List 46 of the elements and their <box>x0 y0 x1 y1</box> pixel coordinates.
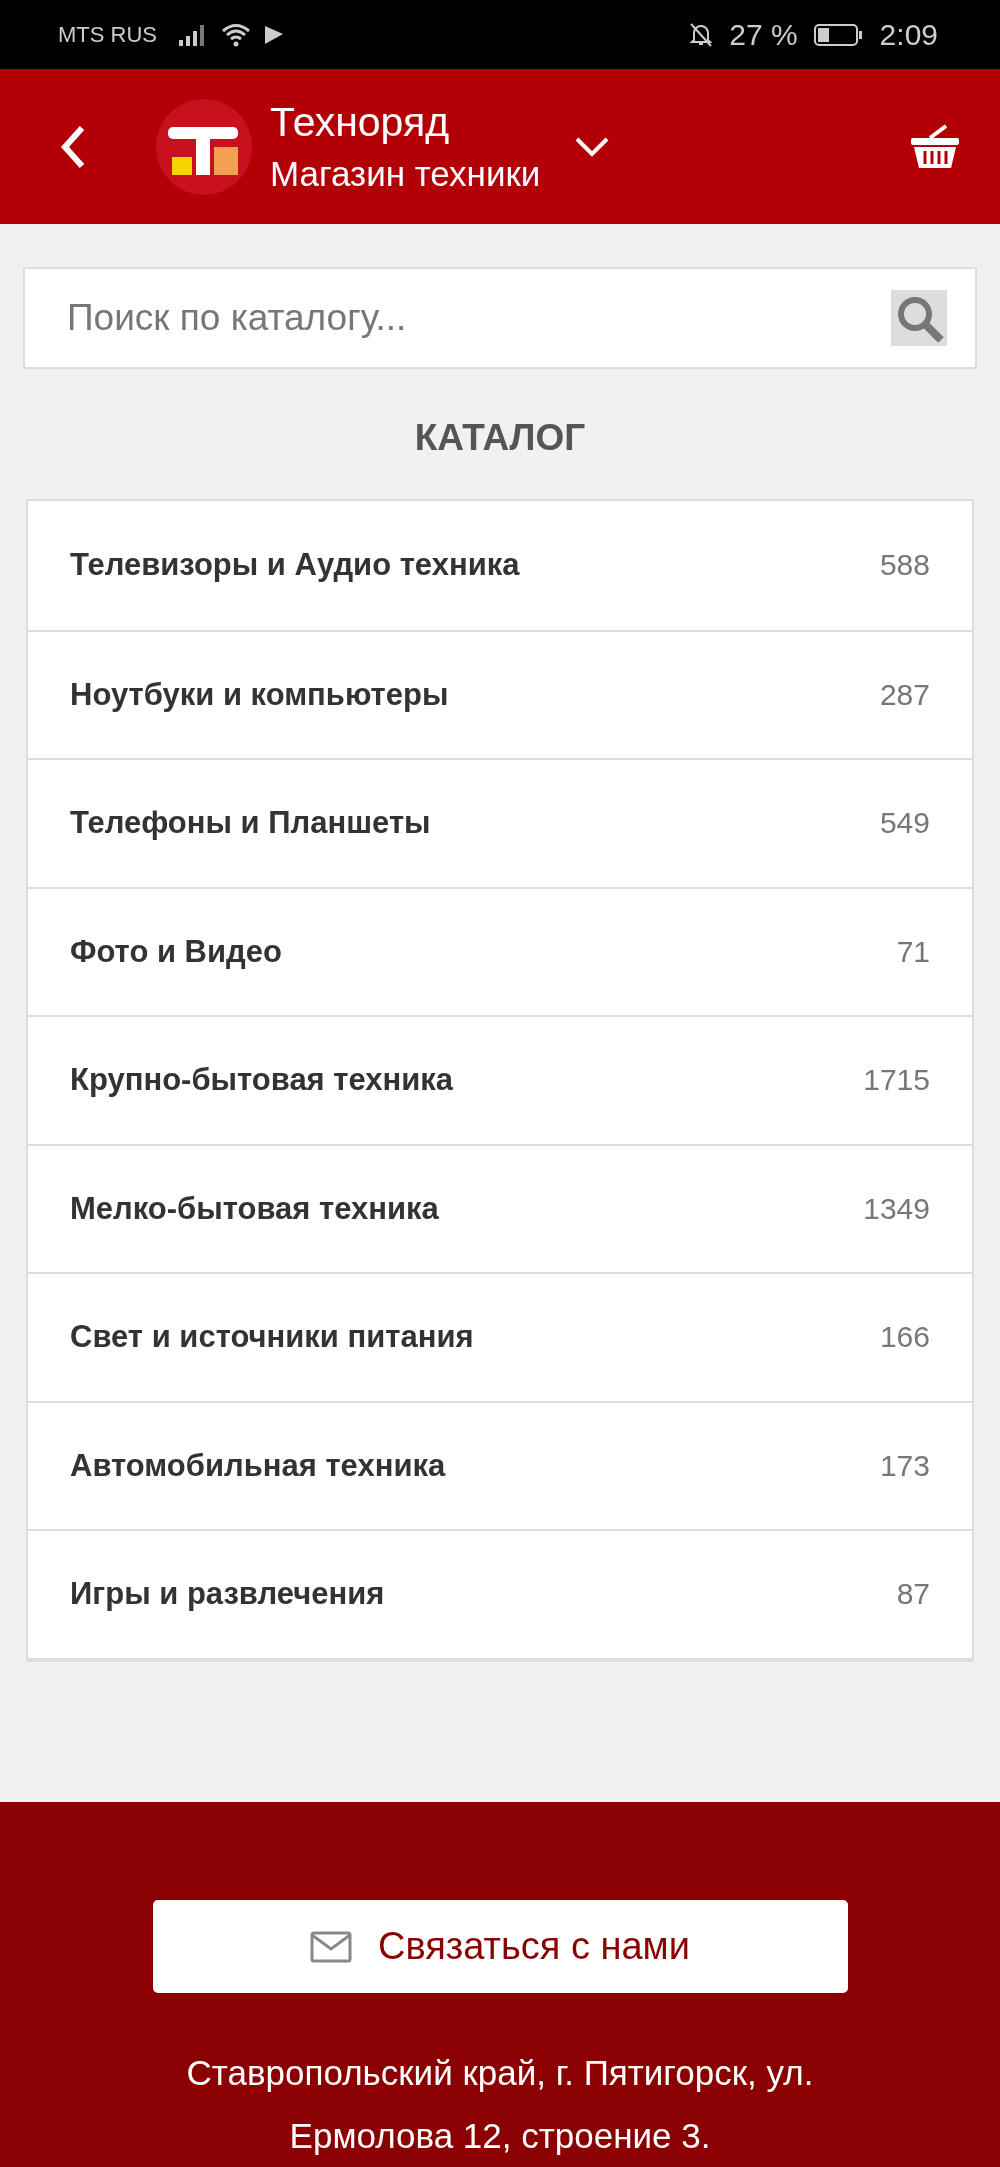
store-subtitle: Магазин техники <box>270 152 541 195</box>
category-item[interactable]: Автомобильная техника 173 <box>28 1400 972 1529</box>
dropdown-chevron-icon[interactable] <box>574 135 611 158</box>
category-name: Телефоны и Планшеты <box>70 805 431 842</box>
carrier-name: MTS RUS <box>58 21 157 48</box>
category-item[interactable]: Игры и развлечения 87 <box>28 1529 972 1658</box>
store-name: Техноряд <box>270 97 451 147</box>
battery-percent: 27 % <box>729 17 798 52</box>
category-item[interactable]: Мелко-бытовая техника 1349 <box>28 1143 972 1272</box>
envelope-icon <box>310 1930 353 1963</box>
product-count: 287 <box>879 677 930 712</box>
flag-icon <box>263 23 285 46</box>
store-address: Ставропольский край, г. Пятигорск, ул. Ермолова 12, строение 3. <box>185 2052 815 2157</box>
product-count: 549 <box>879 806 930 841</box>
category-name: Автомобильная техника <box>70 1447 446 1484</box>
product-count: 71 <box>896 934 930 969</box>
product-count: 1715 <box>863 1063 930 1098</box>
product-count: 1349 <box>863 1191 930 1226</box>
search-field[interactable]: Поиск по каталогу... <box>23 267 977 369</box>
battery-icon <box>813 22 864 47</box>
product-count: 173 <box>879 1448 930 1483</box>
category-item[interactable]: Фото и Видео 71 <box>28 886 972 1015</box>
category-name: Фото и Видео <box>70 933 282 970</box>
category-name: Ноутбуки и компьютеры <box>70 676 449 713</box>
product-count: 87 <box>896 1577 930 1612</box>
wifi-icon <box>221 22 251 47</box>
clock: 2:09 <box>879 17 938 52</box>
category-item[interactable]: Свет и источники питания 166 <box>28 1272 972 1401</box>
basket-icon[interactable] <box>910 123 960 170</box>
category-item[interactable]: Телефоны и Планшеты 549 <box>28 758 972 887</box>
muted-bell-icon <box>689 21 714 48</box>
category-item[interactable]: Крупно-бытовая техника 1715 <box>28 1015 972 1144</box>
category-item[interactable]: Ноутбуки и компьютеры 287 <box>28 629 972 758</box>
search-icon <box>891 290 947 346</box>
contact-button[interactable]: Связаться с нами <box>152 1900 848 1993</box>
back-button[interactable] <box>60 123 86 170</box>
catalog-heading: КАТАЛОГ <box>413 417 587 459</box>
category-name: Мелко-бытовая техника <box>70 1190 439 1227</box>
logo-icon <box>156 98 252 195</box>
category-name: Свет и источники питания <box>70 1319 474 1356</box>
product-count: 166 <box>879 1320 930 1355</box>
product-count: 588 <box>879 548 930 583</box>
category-name: Крупно-бытовая техника <box>70 1062 454 1099</box>
category-item[interactable]: Телевизоры и Аудио техника 588 <box>28 501 972 630</box>
category-name: Телевизоры и Аудио техника <box>70 547 520 584</box>
category-name: Игры и развлечения <box>70 1576 385 1613</box>
